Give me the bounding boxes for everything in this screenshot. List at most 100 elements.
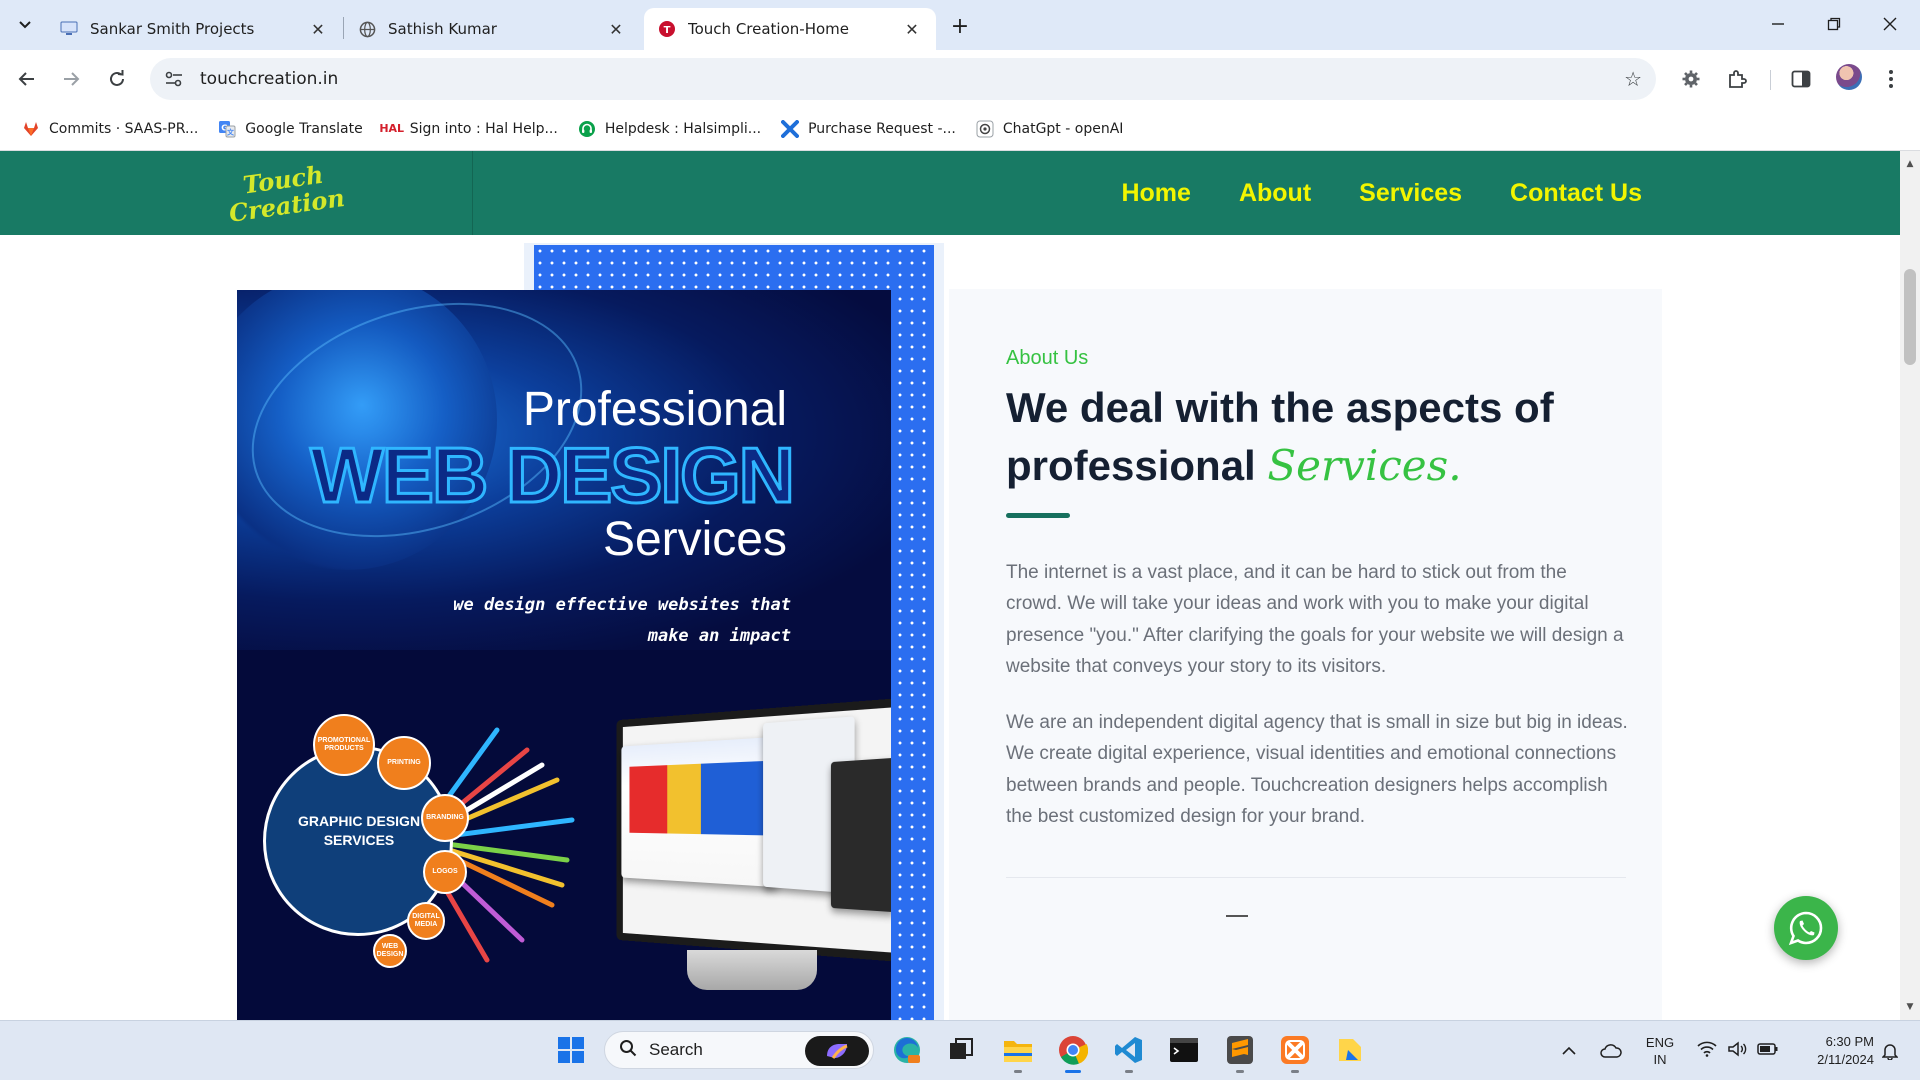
reload-button[interactable] — [102, 64, 132, 94]
bookmark-purchase-request[interactable]: Purchase Request -... — [771, 113, 966, 145]
quick-settings[interactable] — [1692, 1021, 1784, 1080]
touch-creation-favicon: T — [658, 20, 676, 38]
svg-text:文: 文 — [227, 127, 235, 136]
windows-taskbar: Search ENG IN 6:30 PM 2/11/2024 — [0, 1020, 1920, 1080]
tab-sathish-kumar[interactable]: Sathish Kumar ✕ — [344, 8, 640, 50]
helpdesk-icon — [578, 120, 596, 138]
arrow-right-icon — [62, 70, 80, 88]
minimize-button[interactable] — [1756, 8, 1800, 40]
language-region: IN — [1654, 1051, 1667, 1068]
banner-line-web-design: WEB DESIGN — [310, 430, 793, 521]
translate-icon: G文 — [218, 120, 236, 138]
main-nav: Home About Services Contact Us — [1121, 151, 1642, 235]
close-icon[interactable]: ✕ — [606, 19, 626, 39]
address-bar[interactable]: touchcreation.in ☆ — [150, 58, 1656, 100]
bookmark-label: Commits · SAAS-PR... — [49, 121, 198, 137]
back-button[interactable] — [12, 64, 42, 94]
notes-icon[interactable] — [1331, 1031, 1369, 1069]
tab-search-button[interactable] — [10, 10, 40, 40]
search-icon — [619, 1039, 637, 1062]
about-paragraph-2: We are an independent digital agency tha… — [1006, 707, 1628, 832]
hal-icon: HAL — [383, 120, 401, 138]
whatsapp-icon — [1787, 909, 1825, 947]
bookmark-commits[interactable]: Commits · SAAS-PR... — [12, 113, 208, 145]
about-section: About Us We deal with the aspects of pro… — [949, 289, 1662, 1020]
site-logo[interactable]: Touch Creation — [236, 153, 335, 233]
xampp-icon[interactable] — [1276, 1031, 1314, 1069]
profile-avatar[interactable] — [1836, 64, 1862, 90]
sublime-text-icon[interactable] — [1221, 1031, 1259, 1069]
active-indicator — [1065, 1070, 1081, 1073]
file-explorer-icon[interactable] — [999, 1031, 1037, 1069]
about-title-accent: Services. — [1267, 441, 1461, 490]
scroll-down-arrow-icon[interactable]: ▼ — [1900, 998, 1920, 1016]
onedrive-cloud-icon[interactable] — [1596, 1021, 1626, 1080]
whatsapp-button[interactable] — [1774, 896, 1838, 960]
arrow-left-icon — [18, 70, 36, 88]
url-text[interactable]: touchcreation.in — [200, 69, 338, 89]
clock-date: 2/11/2024 — [1817, 1051, 1874, 1069]
page-scrollbar[interactable]: ▲ ▼ — [1900, 151, 1920, 1020]
tab-touch-creation-home[interactable]: T Touch Creation-Home ✕ — [644, 8, 936, 50]
show-hidden-icons-chevron-icon[interactable] — [1556, 1021, 1582, 1080]
forward-button[interactable] — [56, 64, 86, 94]
bookmark-star-icon[interactable]: ☆ — [1624, 67, 1642, 91]
vscode-icon[interactable] — [1110, 1031, 1148, 1069]
about-paragraph-1: The internet is a vast place, and it can… — [1006, 557, 1628, 682]
battery-icon — [1757, 1042, 1779, 1061]
nav-about[interactable]: About — [1239, 179, 1311, 208]
monitor-icon — [60, 20, 78, 38]
bookmark-label: Google Translate — [245, 121, 362, 137]
site-settings-icon[interactable] — [154, 58, 194, 100]
tab-title: Sankar Smith Projects — [90, 20, 308, 38]
close-icon — [1883, 17, 1897, 31]
bookmark-label: Purchase Request -... — [808, 121, 956, 137]
windows-start-icon[interactable] — [552, 1031, 590, 1069]
tab-sankar-smith-projects[interactable]: Sankar Smith Projects ✕ — [46, 8, 342, 50]
bookmark-hal-help[interactable]: HAL Sign into : Hal Help... — [373, 113, 568, 145]
terminal-icon[interactable] — [1165, 1031, 1203, 1069]
edge-icon[interactable] — [888, 1031, 926, 1069]
extensions-icon[interactable] — [1722, 64, 1752, 94]
gitlab-icon — [22, 120, 40, 138]
tab-strip: Sankar Smith Projects ✕ Sathish Kumar ✕ … — [0, 0, 1920, 50]
extension-puzzle-settings-icon[interactable] — [1676, 64, 1706, 94]
more-menu-icon[interactable] — [1876, 64, 1906, 94]
notification-bell-icon[interactable] — [1876, 1021, 1904, 1080]
running-indicator — [1014, 1070, 1022, 1073]
running-indicator — [1125, 1070, 1133, 1073]
nav-home[interactable]: Home — [1121, 179, 1190, 208]
clock-time: 6:30 PM — [1826, 1033, 1874, 1051]
about-title: We deal with the aspects of professional… — [1006, 379, 1626, 495]
header-divider — [472, 151, 473, 235]
new-tab-button[interactable]: + — [946, 12, 974, 40]
bookmark-chatgpt[interactable]: ChatGpt - openAI — [966, 113, 1134, 145]
taskbar-search[interactable]: Search — [604, 1031, 874, 1069]
nav-services[interactable]: Services — [1359, 179, 1462, 208]
task-view-icon[interactable] — [942, 1031, 980, 1069]
orb-printing: PRINTING — [377, 736, 431, 790]
chrome-icon[interactable] — [1054, 1031, 1092, 1069]
side-panel-icon[interactable] — [1786, 64, 1816, 94]
bookmark-helpdesk[interactable]: Helpdesk : Halsimpli... — [568, 113, 771, 145]
close-icon[interactable]: ✕ — [902, 19, 922, 39]
x-shape-icon — [781, 120, 799, 138]
copilot-icon[interactable] — [805, 1036, 869, 1066]
about-kicker: About Us — [1006, 347, 1088, 370]
tab-title: Sathish Kumar — [388, 20, 606, 38]
banner-top-area: Professional WEB DESIGN Services we desi… — [237, 290, 891, 650]
toolbar-divider — [1770, 70, 1771, 90]
tab-title: Touch Creation-Home — [688, 20, 902, 38]
scroll-up-arrow-icon[interactable]: ▲ — [1900, 155, 1920, 173]
title-underline-bar — [1006, 513, 1070, 518]
close-icon[interactable]: ✕ — [308, 19, 328, 39]
scrollbar-thumb[interactable] — [1904, 269, 1916, 365]
close-window-button[interactable] — [1868, 8, 1912, 40]
running-indicator — [1291, 1070, 1299, 1073]
nav-contact-us[interactable]: Contact Us — [1510, 179, 1642, 208]
system-clock[interactable]: 6:30 PM 2/11/2024 — [1786, 1021, 1874, 1080]
language-indicator[interactable]: ENG IN — [1638, 1021, 1682, 1080]
orb-promotional-products: PROMOTIONAL PRODUCTS — [313, 714, 375, 776]
bookmark-google-translate[interactable]: G文 Google Translate — [208, 113, 372, 145]
restore-button[interactable] — [1812, 8, 1856, 40]
